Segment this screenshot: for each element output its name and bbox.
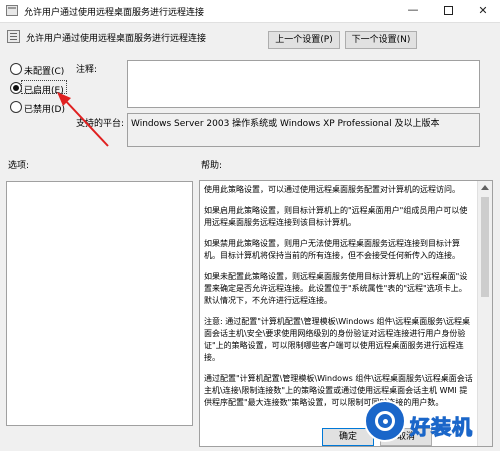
enabled-radio[interactable] (10, 82, 22, 94)
disabled-radio[interactable] (10, 101, 22, 113)
help-paragraph: 如果未配置此策略设置，则远程桌面服务使用目标计算机上的"远程桌面"设置来确定是否… (204, 272, 468, 305)
help-paragraph: 注意: 通过配置"计算机配置\管理模板\Windows 组件\远程桌面服务\远程… (204, 317, 470, 362)
comment-label: 注释: (76, 65, 98, 75)
not-configured-label[interactable]: 未配置(C) (24, 64, 64, 77)
policy-name: 允许用户通过使用远程桌面服务进行远程连接 (26, 34, 207, 44)
watermark-logo-icon (364, 400, 406, 442)
enabled-label[interactable]: 已启用(E) (24, 83, 64, 96)
help-paragraph: 通过配置"计算机配置\管理模板\Windows 组件\远程桌面服务\远程桌面会话… (204, 374, 473, 407)
scroll-thumb[interactable] (481, 197, 489, 297)
help-label: 帮助: (201, 161, 223, 171)
not-configured-radio[interactable] (10, 63, 22, 75)
comment-textarea[interactable] (127, 60, 480, 108)
maximize-button[interactable] (432, 3, 466, 19)
help-paragraph: 如果启用此策略设置，则目标计算机上的"远程桌面用户"组成员用户可以使用远程桌面服… (204, 206, 468, 227)
window-title: 允许用户通过使用远程桌面服务进行远程连接 (24, 8, 205, 18)
policy-window-icon (6, 5, 18, 16)
title-bar: 允许用户通过使用远程桌面服务进行远程连接 — ✕ (0, 0, 500, 23)
watermark-text: 好装机 (410, 415, 473, 440)
supported-on-field: Windows Server 2003 操作系统或 Windows XP Pro… (127, 113, 480, 147)
policy-setting-icon (7, 30, 20, 43)
disabled-label[interactable]: 已禁用(D) (24, 102, 65, 115)
close-button[interactable]: ✕ (466, 3, 500, 19)
options-label: 选项: (8, 161, 30, 171)
help-text: 使用此策略设置，可以通过使用远程桌面服务配置对计算机的远程访问。 如果启用此策略… (204, 184, 474, 418)
scroll-up-arrow-icon[interactable] (481, 185, 489, 190)
help-scrollbar[interactable] (477, 181, 492, 446)
previous-setting-button[interactable]: 上一个设置(P) (268, 31, 340, 49)
supported-on-label: 支持的平台: (76, 119, 125, 129)
minimize-button[interactable]: — (396, 3, 430, 19)
help-paragraph: 使用此策略设置，可以通过使用远程桌面服务配置对计算机的远程访问。 (204, 185, 460, 194)
help-pane[interactable]: 使用此策略设置，可以通过使用远程桌面服务配置对计算机的远程访问。 如果启用此策略… (199, 180, 493, 447)
options-pane (6, 181, 193, 426)
next-setting-button[interactable]: 下一个设置(N) (345, 31, 417, 49)
help-paragraph: 如果禁用此策略设置，则用户无法使用远程桌面服务远程连接到目标计算机。目标计算机将… (204, 239, 460, 260)
